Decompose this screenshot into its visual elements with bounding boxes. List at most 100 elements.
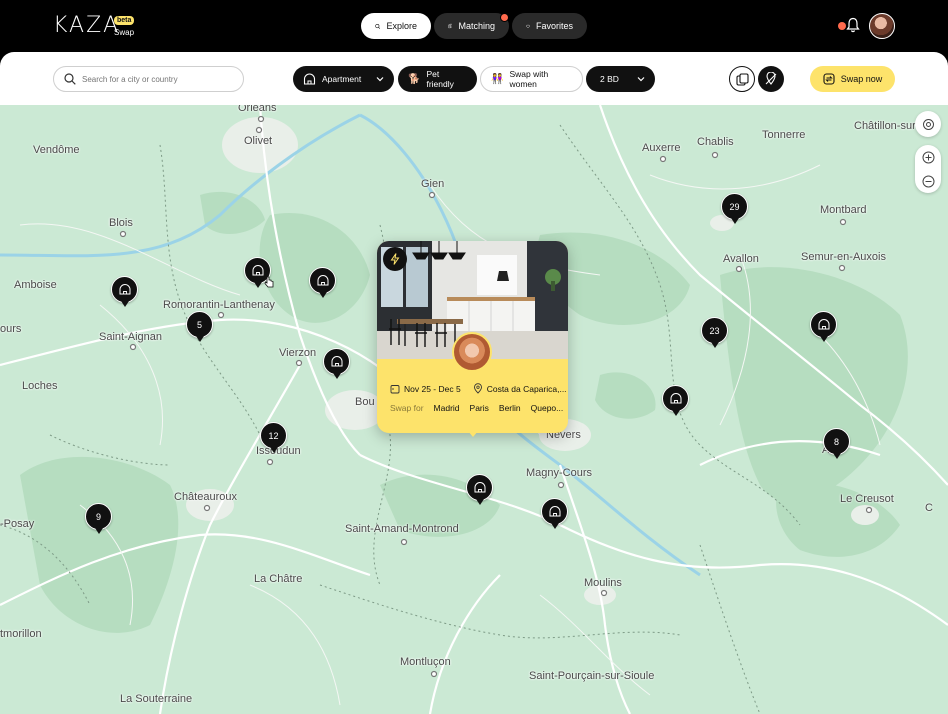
listing-meta: Nov 25 - Dec 5 Costa da Caparica,...: [390, 383, 567, 394]
filter-apartment-label: Apartment: [322, 74, 362, 84]
zoom-in-icon[interactable]: [922, 151, 935, 164]
town-label: Tonnerre: [762, 129, 806, 141]
town-label: Semur-en-Auxois: [801, 251, 886, 263]
gallery-icon: [735, 72, 749, 86]
town-label: ours: [0, 323, 22, 335]
town-label: Montluçon: [400, 656, 451, 668]
town-label: Amboise: [14, 279, 57, 291]
search-icon: [375, 23, 381, 29]
home-marker[interactable]: [810, 311, 837, 342]
home-marker[interactable]: [323, 348, 350, 379]
town-label: Bou: [355, 396, 375, 408]
town-label: Blois: [109, 217, 133, 229]
bolt-icon: [390, 253, 400, 265]
town-label: tmorillon: [0, 628, 42, 640]
user-avatar[interactable]: [869, 13, 895, 39]
town-label: Moulins: [584, 577, 622, 589]
home-icon: [331, 356, 342, 367]
chevron-down-icon: [376, 77, 384, 82]
swap-for-city: Quepo...: [530, 403, 564, 413]
nav-explore[interactable]: Explore: [361, 13, 431, 39]
town-label: Olivet: [244, 135, 273, 147]
home-marker[interactable]: [111, 276, 138, 307]
town-label: Châtillon-sur-: [854, 120, 920, 132]
town-label: Magny-Cours: [526, 467, 593, 479]
home-marker[interactable]: [309, 267, 336, 298]
cluster-marker[interactable]: 5: [186, 311, 213, 342]
town-label: Vendôme: [33, 144, 80, 156]
search-icon: [64, 73, 76, 85]
swap-now-label: Swap now: [840, 74, 883, 84]
bell-notification-dot: [838, 22, 846, 30]
brand-logo[interactable]: KAZA: [53, 13, 120, 38]
map-view-button[interactable]: [758, 66, 784, 92]
cluster-marker[interactable]: 29: [721, 193, 748, 224]
town-label: Chablis: [697, 136, 734, 148]
filter-pet-friendly[interactable]: 🐕 Pet friendly: [398, 66, 477, 92]
cluster-marker[interactable]: 23: [701, 317, 728, 348]
town-label: La Souterraine: [120, 693, 193, 705]
cluster-marker[interactable]: 9: [85, 503, 112, 534]
swap-for-city: Madrid: [433, 403, 460, 413]
home-marker[interactable]: [541, 498, 568, 529]
host-avatar[interactable]: [452, 332, 492, 372]
town-label: Romorantin-Lanthenay: [163, 299, 275, 311]
home-marker[interactable]: [466, 474, 493, 505]
nav-favorites[interactable]: Favorites: [512, 13, 587, 39]
women-icon: 👭: [491, 73, 504, 85]
home-icon: [818, 319, 829, 330]
home-icon: [670, 393, 681, 404]
town-label: Orléans: [238, 105, 277, 114]
filter-apartment[interactable]: Apartment: [293, 66, 394, 92]
nav-favorites-label: Favorites: [535, 21, 573, 31]
calendar-icon: [390, 384, 400, 393]
town-label: -Posay: [0, 518, 35, 530]
zoom-out-icon[interactable]: [922, 175, 935, 188]
swap-for-label: Swap for: [390, 403, 424, 413]
recenter-button[interactable]: [915, 111, 941, 137]
dog-icon: 🐕: [408, 73, 421, 85]
swap-for-row: Swap for Madrid Paris Berlin Quepo...: [390, 403, 563, 413]
town-label: Montbard: [820, 204, 867, 216]
filter-swap-with-women[interactable]: 👭 Swap with women: [480, 66, 583, 92]
town-label: C: [925, 502, 933, 514]
home-icon: [119, 284, 130, 295]
chevron-down-icon: [637, 77, 645, 82]
search-box[interactable]: [53, 66, 244, 92]
gallery-view-button[interactable]: [729, 66, 755, 92]
hand-cursor-icon: [264, 276, 274, 288]
matching-icon: [448, 23, 453, 29]
swap-now-button[interactable]: Swap now: [810, 66, 895, 92]
home-icon: [303, 73, 316, 85]
town-label: Auxerre: [642, 142, 681, 154]
zoom-controls: [915, 145, 941, 193]
town-label: Saint-Aignan: [99, 331, 162, 343]
nav-matching[interactable]: Matching: [434, 13, 509, 39]
town-label: La Châtre: [254, 573, 303, 585]
home-icon: [317, 275, 328, 286]
filter-bedrooms-label: 2 BD: [600, 74, 619, 84]
notifications-button[interactable]: [846, 17, 862, 35]
cluster-marker[interactable]: 12: [260, 422, 287, 453]
town-label: Saint-Amand-Montrond: [345, 523, 459, 535]
locate-icon: [922, 118, 934, 130]
town-label: Avallon: [723, 253, 759, 265]
home-icon: [549, 506, 560, 517]
nav-explore-label: Explore: [386, 21, 417, 31]
bell-icon: [846, 17, 860, 33]
instant-swap-badge: [383, 247, 407, 271]
cluster-marker[interactable]: 8: [823, 428, 850, 459]
search-input[interactable]: [82, 74, 232, 84]
filter-bar: Apartment 🐕 Pet friendly 👭 Swap with wom…: [0, 52, 948, 105]
listing-card[interactable]: Nov 25 - Dec 5 Costa da Caparica,... Swa…: [377, 241, 568, 433]
home-marker[interactable]: [662, 385, 689, 416]
card-pointer: [468, 431, 478, 437]
swap-for-city: Paris: [469, 403, 489, 413]
town-label: Saint-Pourçain-sur-Sioule: [529, 670, 655, 682]
listing-location: Costa da Caparica,...: [486, 383, 567, 394]
town-label: Vierzon: [279, 347, 317, 359]
matching-notification-dot: [500, 13, 509, 22]
filter-bedrooms[interactable]: 2 BD: [586, 66, 655, 92]
brand-sub: Swap: [114, 28, 135, 37]
swap-for-city: Berlin: [498, 403, 521, 413]
